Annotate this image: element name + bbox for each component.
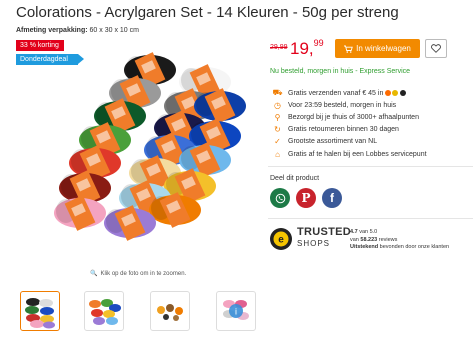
svg-text:i: i <box>235 307 237 317</box>
flag-be-icon <box>392 90 399 97</box>
rating-value: 4.7 <box>350 229 358 235</box>
wishlist-button[interactable] <box>425 39 447 58</box>
thumbnail-4[interactable]: i <box>216 291 256 331</box>
usp-text: Gratis verzenden vanaf € 45 in <box>288 89 384 97</box>
product-image[interactable] <box>40 48 250 248</box>
pinterest-share-button[interactable]: P <box>296 188 316 208</box>
reviews-prefix: van <box>350 236 361 243</box>
add-to-cart-button[interactable]: In winkelwagen <box>335 39 420 58</box>
share-label: Deel dit product <box>270 175 320 182</box>
whatsapp-share-button[interactable] <box>270 188 290 208</box>
trusted-shops-name: TRUSTED <box>297 226 352 238</box>
reviews-line: van 58.223 reviews <box>350 237 449 245</box>
truck-icon: ⛟ <box>272 88 283 98</box>
usp-item: ✓ Grootste assortiment van NL <box>272 136 427 148</box>
new-price: 19,99 <box>290 38 324 59</box>
facebook-share-button[interactable]: f <box>322 188 342 208</box>
verdict-line: Uitstekend bevonden door onze klanten <box>350 244 449 252</box>
reviews-suffix: reviews <box>378 236 398 243</box>
reviews-count: 58.223 <box>360 236 378 243</box>
flag-de-icon <box>399 90 406 97</box>
cart-button-label: In winkelwagen <box>356 44 411 53</box>
verdict-suffix: bevonden door onze klanten <box>379 244 450 250</box>
thumbnail-3[interactable] <box>150 291 190 331</box>
usp-item: ◷ Voor 23:59 besteld, morgen in huis <box>272 99 427 111</box>
thumbnail-1[interactable] <box>20 291 60 331</box>
product-title: Colorations - Acrylgaren Set - 14 Kleure… <box>16 4 399 21</box>
store-icon: ⌂ <box>275 149 280 159</box>
clock-icon: ◷ <box>274 100 281 110</box>
zoom-hint: 🔍 Klik op de foto om in te zoomen. <box>90 270 189 277</box>
usp-text: Voor 23:59 besteld, morgen in huis <box>288 101 397 109</box>
trusted-shops-seal-icon[interactable]: e <box>270 228 292 250</box>
price-main: 19, <box>290 39 314 58</box>
usp-text: Gratis retourneren binnen 30 dagen <box>288 126 399 134</box>
old-price: 29,99 <box>270 44 288 51</box>
usp-text: Bezorgd bij je thuis of 3000+ afhaalpunt… <box>288 113 419 121</box>
rating-line: 4.7 van 5.0 <box>350 229 449 237</box>
usp-item: ⛟ Gratis verzenden vanaf € 45 in <box>272 87 427 99</box>
magnifier-icon: 🔍 <box>90 271 98 277</box>
facebook-icon: f <box>330 191 334 205</box>
pinterest-icon: P <box>301 191 311 205</box>
usp-item: ⌂ Gratis af te halen bij een Lobbes serv… <box>272 148 427 160</box>
divider <box>268 166 473 167</box>
cart-icon <box>344 45 353 53</box>
flag-nl-icon <box>384 90 391 97</box>
verdict: Uitstekend <box>350 244 379 250</box>
trusted-shops-shops: SHOPS <box>297 239 331 248</box>
svg-text:e: e <box>278 235 284 246</box>
delivery-promise: Nu besteld, morgen in huis - Express Ser… <box>270 68 411 75</box>
trusted-shops-rating[interactable]: 4.7 van 5.0 van 58.223 reviews Uitsteken… <box>350 229 449 252</box>
return-icon: ↻ <box>274 125 281 135</box>
package-dimensions: Afmeting verpakking: 60 x 30 x 10 cm <box>16 27 139 34</box>
dims-value: 60 x 30 x 10 cm <box>89 27 139 34</box>
usp-list: ⛟ Gratis verzenden vanaf € 45 in ◷ Voor … <box>272 87 427 160</box>
divider <box>268 218 473 219</box>
usp-text: Gratis af te halen bij een Lobbes servic… <box>288 150 427 158</box>
price-row: 29,99 19,99 In winkelwagen <box>270 38 470 60</box>
usp-item: ↻ Gratis retourneren binnen 30 dagen <box>272 124 427 136</box>
usp-item: ⚲ Bezorgd bij je thuis of 3000+ afhaalpu… <box>272 111 427 123</box>
thumbnail-2[interactable] <box>84 291 124 331</box>
location-icon: ⚲ <box>274 112 281 122</box>
price-cents: 99 <box>313 38 324 48</box>
dims-label: Afmeting verpakking: <box>16 27 88 34</box>
usp-text: Grootste assortiment van NL <box>288 138 378 146</box>
heart-icon <box>431 44 441 53</box>
rating-suffix: van 5.0 <box>359 229 378 235</box>
whatsapp-icon <box>275 193 285 203</box>
check-icon: ✓ <box>274 137 281 147</box>
zoom-hint-text: Klik op de foto om in te zoomen. <box>100 271 187 277</box>
